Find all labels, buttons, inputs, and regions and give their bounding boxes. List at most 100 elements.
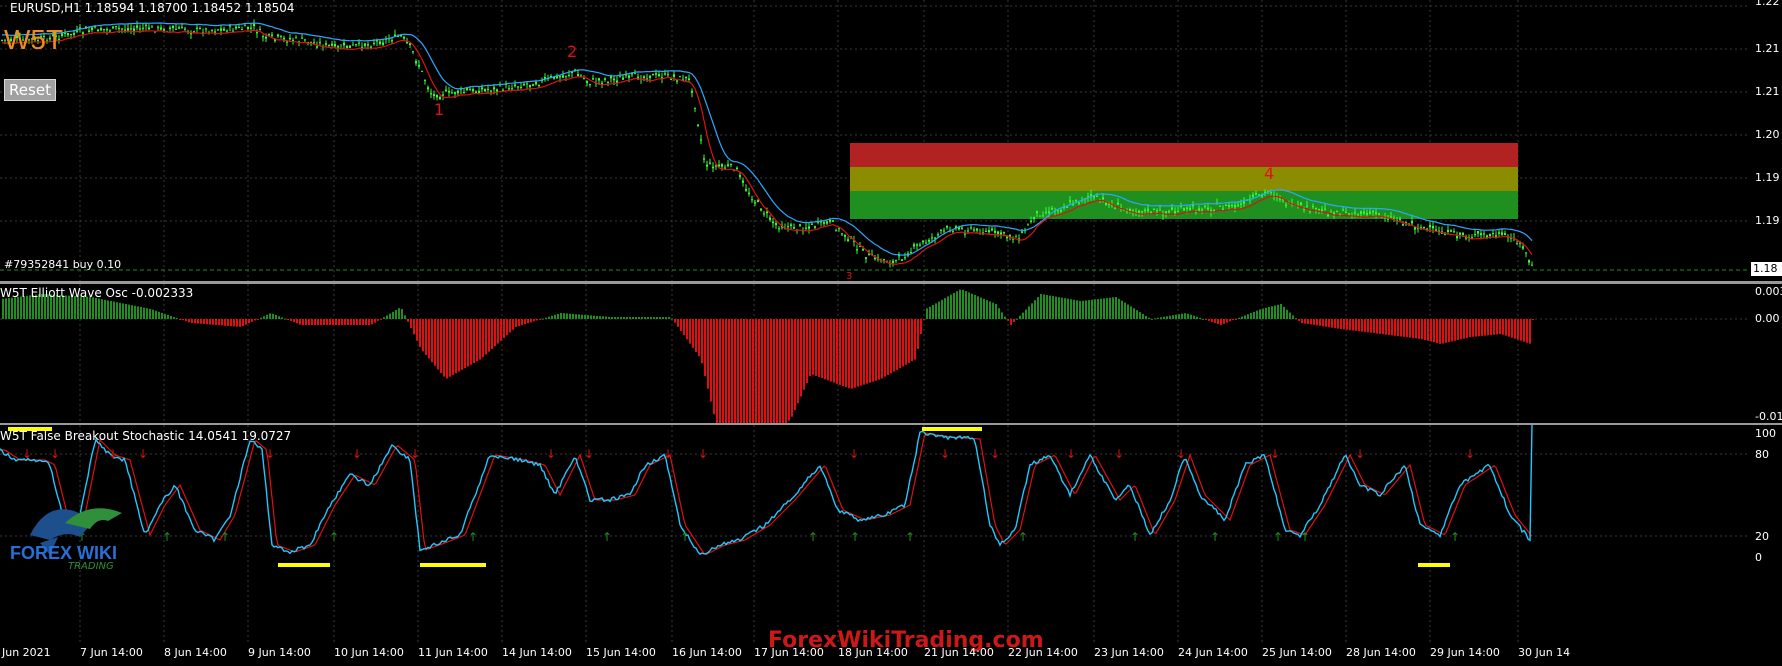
osc-bar-negative xyxy=(878,319,880,380)
arrow-up-icon: ↑ xyxy=(162,530,172,544)
candle-body xyxy=(619,76,621,78)
osc-bar-negative xyxy=(371,319,373,325)
oscillator-scale[interactable]: 0.003 0.00 -0.01 xyxy=(1751,284,1782,423)
candle-body xyxy=(334,44,336,47)
candle-body xyxy=(748,192,750,195)
candle-body xyxy=(352,44,354,46)
osc-bar-negative xyxy=(833,319,835,383)
candle-body xyxy=(757,200,759,203)
osc-bar-positive xyxy=(116,302,118,319)
osc-bar-positive xyxy=(983,298,985,319)
osc-bar-negative xyxy=(1448,319,1450,343)
osc-bar-negative xyxy=(1331,319,1333,328)
candle-body xyxy=(409,43,411,46)
osc-bar-positive xyxy=(161,312,163,319)
osc-bar-negative xyxy=(815,319,817,376)
osc-bar-negative xyxy=(866,319,868,384)
stochastic-scale[interactable]: 100 80 20 0 xyxy=(1751,425,1782,644)
candle-body xyxy=(1480,233,1482,236)
candle-body xyxy=(235,26,237,29)
osc-bar-negative xyxy=(902,319,904,367)
candle-body xyxy=(589,83,591,85)
osc-bar-negative xyxy=(308,319,310,325)
candle-body xyxy=(826,221,828,224)
osc-bar-negative xyxy=(1472,319,1474,337)
time-label: 10 Jun 14:00 xyxy=(334,646,404,659)
osc-bar-negative xyxy=(836,319,838,384)
candle-body xyxy=(496,89,498,92)
stochastic-canvas[interactable]: ↓ ↓ ↓ ↓ ↓ ↓ ↓ ↓ ↓ ↓ ↓ ↓ ↓ ↓ ↓ ↓ ↓ ↓ ↓ ↓↑ ↑ ↑ ↑ ↑ ↑ ↑ ↑ ↑ ↑ ↑ ↑ ↑ ↑ ↑ ↑ xyxy=(0,425,1750,644)
candle-body xyxy=(535,81,537,85)
osc-bar-positive xyxy=(995,304,997,319)
osc-bar-negative xyxy=(797,319,799,404)
osc-bar-positive xyxy=(1280,304,1282,319)
time-axis[interactable]: Jun 2021 7 Jun 14:00 8 Jun 14:00 9 Jun 14:0… xyxy=(0,644,1782,666)
price-scale[interactable]: 1.22 1.21 1.21 1.20 1.19 1.19 xyxy=(1751,0,1782,281)
candle-body xyxy=(1159,209,1161,211)
candle-body xyxy=(730,163,732,165)
osc-bar-negative xyxy=(770,319,772,423)
osc-bar-positive xyxy=(1067,298,1069,319)
osc-bar-negative xyxy=(803,319,805,390)
osc-bar-negative xyxy=(1445,319,1447,343)
logo-text-sub: TRADING xyxy=(68,561,114,572)
candle-body xyxy=(763,213,765,215)
candle-body xyxy=(568,74,570,76)
osc-bar-negative xyxy=(1373,319,1375,334)
candle-body xyxy=(1147,208,1149,211)
osc-bar-positive xyxy=(1262,308,1264,319)
osc-bar-positive xyxy=(575,314,577,319)
osc-bar-positive xyxy=(590,315,592,319)
candle-body xyxy=(1411,220,1413,224)
candle-body xyxy=(1057,210,1059,212)
candle-body xyxy=(169,27,171,29)
osc-bar-positive xyxy=(1244,315,1246,319)
osc-bar-positive xyxy=(98,298,100,319)
false-breakout-stochastic-pane[interactable]: ↓ ↓ ↓ ↓ ↓ ↓ ↓ ↓ ↓ ↓ ↓ ↓ ↓ ↓ ↓ ↓ ↓ ↓ ↓ ↓ ↑ ↑ ↑ ↑ ↑ ↑ ↑ ↑ ↑ ↑ ↑ ↑ ↑ ↑ ↑ ↑ W5T… xyxy=(0,425,1750,644)
osc-bar-positive xyxy=(395,310,397,319)
osc-bar-negative xyxy=(890,319,892,374)
reset-button[interactable]: Reset xyxy=(4,79,56,101)
candle-body xyxy=(430,93,432,95)
osc-bar-negative xyxy=(521,319,523,326)
osc-bar-negative xyxy=(191,319,193,324)
osc-bar-positive xyxy=(1001,312,1003,319)
candle-body xyxy=(1078,202,1080,204)
price-chart-canvas[interactable] xyxy=(0,0,1750,281)
osc-bar-negative xyxy=(884,319,886,377)
elliott-wave-oscillator-pane[interactable]: W5T Elliott Wave Osc -0.002333 xyxy=(0,284,1750,423)
osc-bar-positive xyxy=(404,315,406,319)
osc-bar-negative xyxy=(710,319,712,402)
osc-bar-positive xyxy=(143,307,145,319)
candle-body xyxy=(652,74,654,76)
osc-bar-negative xyxy=(1439,319,1441,344)
candle-body xyxy=(268,34,270,36)
candle-body xyxy=(1348,213,1350,215)
candle-body xyxy=(295,37,297,39)
osc-bar-negative xyxy=(494,319,496,347)
osc-bar-negative xyxy=(860,319,862,386)
osc-bar-positive xyxy=(128,304,130,319)
osc-bar-positive xyxy=(272,313,274,319)
arrow-up-icon: ↑ xyxy=(329,530,339,544)
candle-body xyxy=(985,230,987,232)
candle-body xyxy=(1,39,3,41)
osc-bar-negative xyxy=(311,319,313,325)
osc-bar-negative xyxy=(923,319,925,320)
candle-body xyxy=(805,227,807,229)
oscillator-canvas[interactable] xyxy=(0,284,1750,423)
osc-bar-negative xyxy=(293,319,295,323)
candle-body xyxy=(448,90,450,93)
osc-bar-positive xyxy=(611,317,613,319)
osc-bar-positive xyxy=(125,304,127,319)
candle-body xyxy=(103,28,105,30)
osc-bar-positive xyxy=(992,302,994,319)
arrow-down-icon: ↓ xyxy=(50,447,60,461)
candle-body xyxy=(1117,202,1119,205)
osc-bar-negative xyxy=(380,319,382,320)
price-chart-pane[interactable]: EURUSD,H1 1.18594 1.18700 1.18452 1.1850… xyxy=(0,0,1750,282)
candle-body xyxy=(121,28,123,30)
candle-body xyxy=(844,234,846,237)
candle-body xyxy=(487,88,489,90)
osc-bar-negative xyxy=(1214,319,1216,323)
